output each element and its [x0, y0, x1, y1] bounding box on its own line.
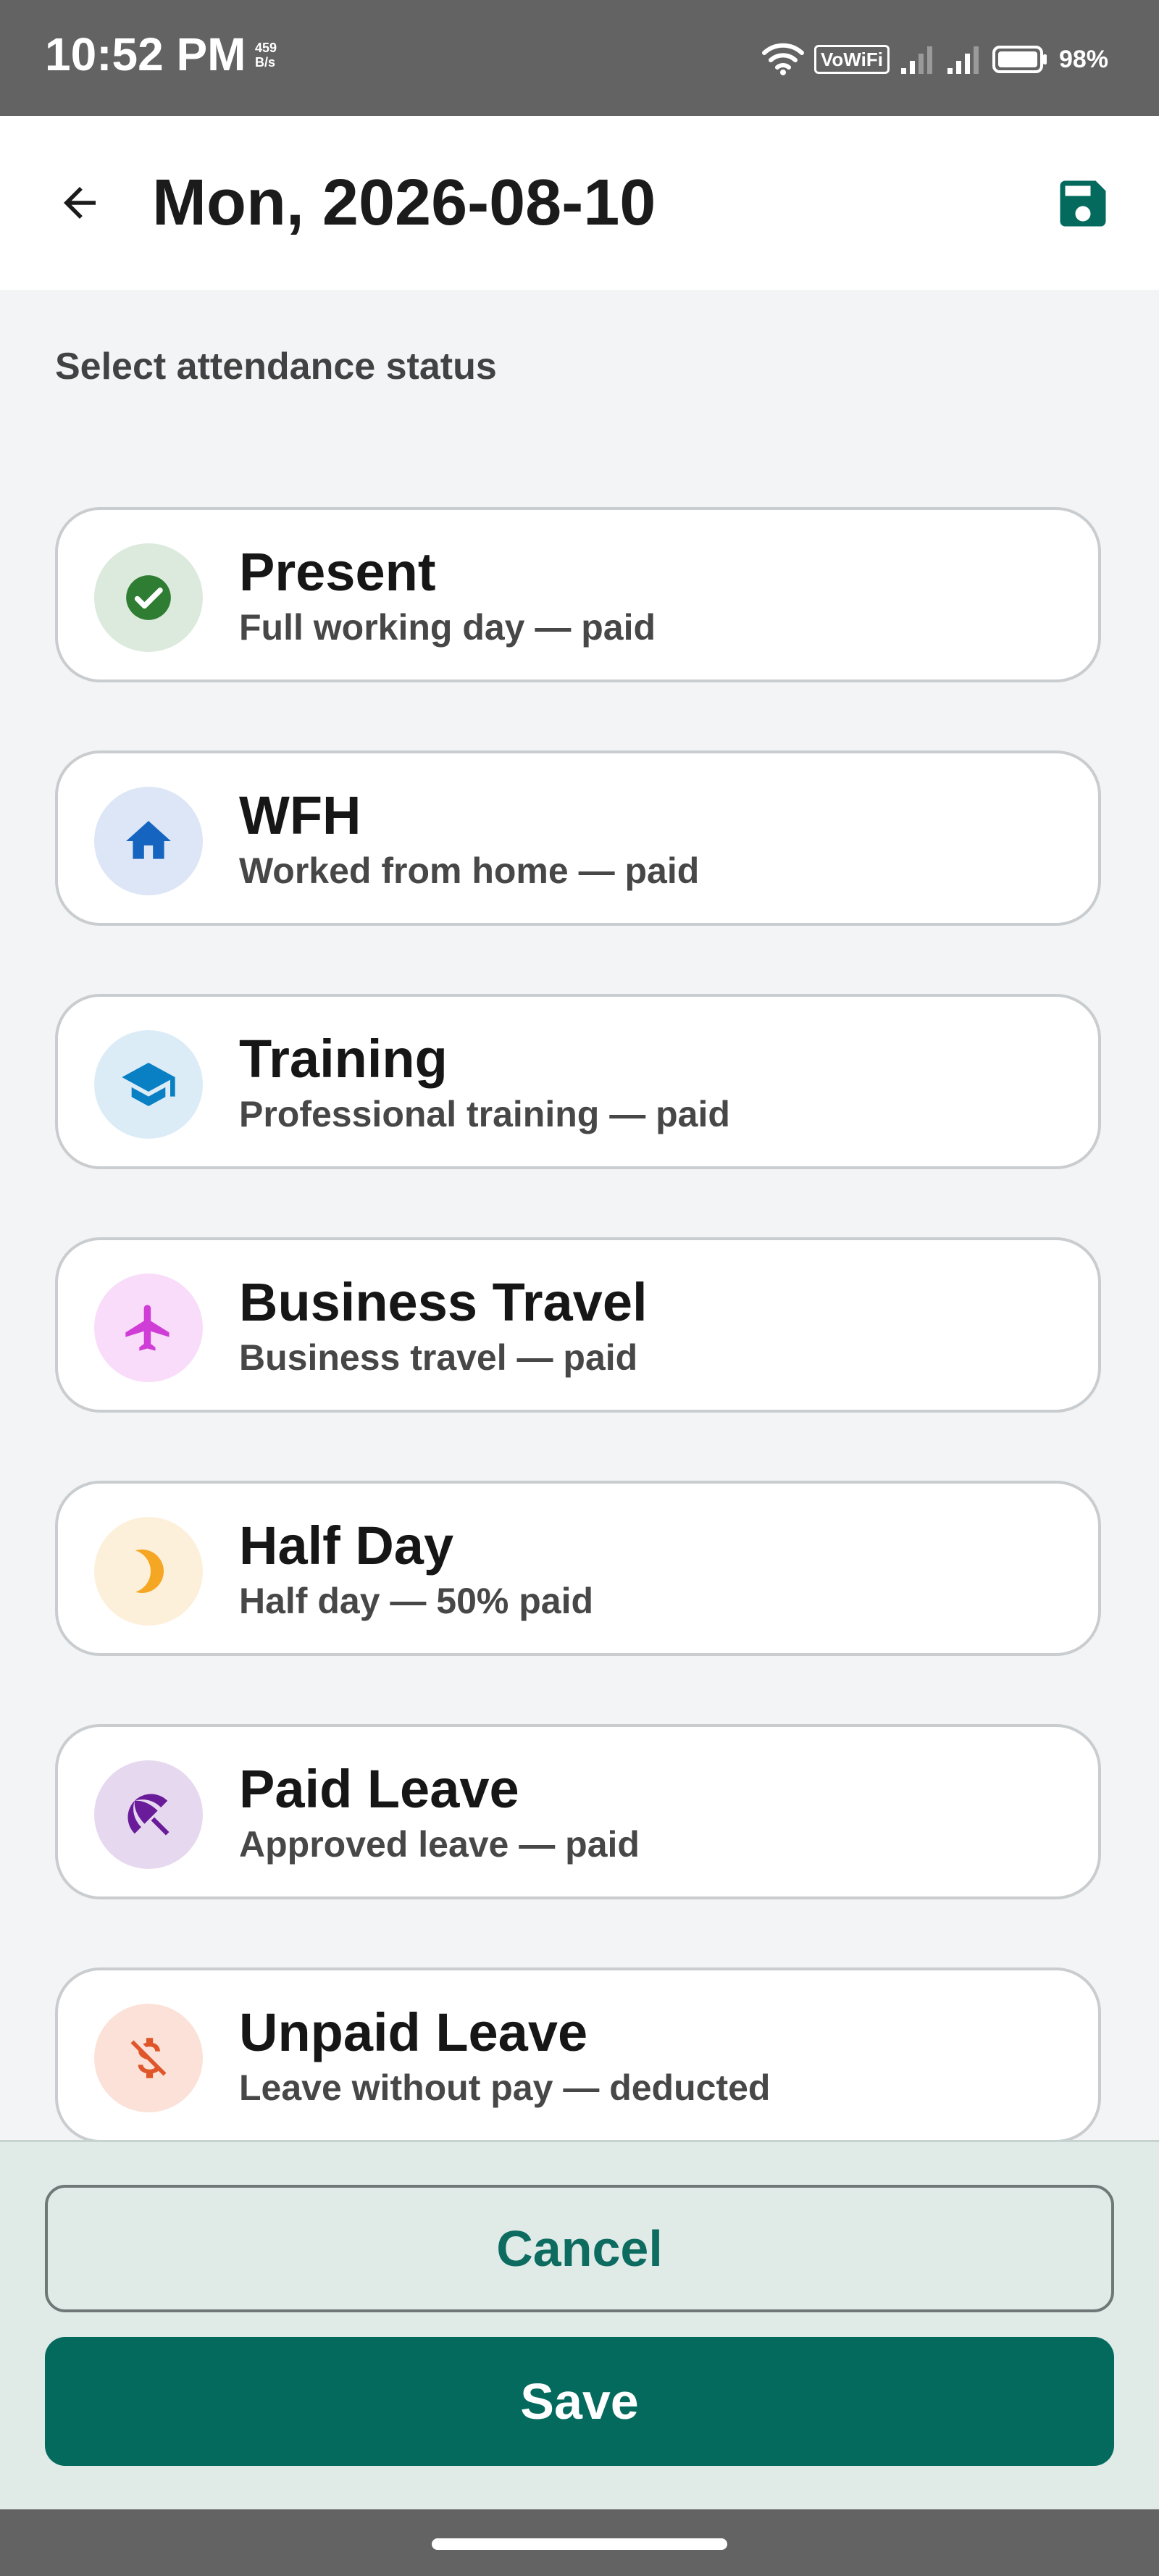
- option-subtitle: Business travel — paid: [239, 1337, 638, 1378]
- network-speed: 459 B/s: [255, 41, 277, 70]
- status-icon-badge: [94, 787, 203, 895]
- status-option-unpaid-leave[interactable]: Unpaid Leave Leave without pay — deducte…: [55, 1967, 1101, 2143]
- cancel-button[interactable]: Cancel: [45, 2185, 1114, 2312]
- option-title: Business Travel: [239, 1272, 648, 1332]
- home-icon: [126, 821, 171, 859]
- back-button[interactable]: [43, 159, 116, 246]
- status-option-paid-leave[interactable]: Paid Leave Approved leave — paid: [55, 1724, 1101, 1899]
- status-option-wfh[interactable]: WFH Worked from home — paid: [55, 750, 1101, 926]
- option-title: Unpaid Leave: [239, 2002, 588, 2062]
- floppy-disk-icon: [1060, 180, 1106, 227]
- status-bar: 10:52 PM 459 B/s VoWiFi 98%: [0, 0, 1159, 116]
- status-icons: VoWiFi 98%: [762, 38, 1108, 81]
- option-subtitle: Leave without pay — deducted: [239, 2067, 771, 2108]
- status-icon-badge: [94, 2004, 203, 2112]
- check-circle-icon: [126, 575, 171, 620]
- option-subtitle: Full working day — paid: [239, 607, 656, 648]
- option-title: WFH: [239, 785, 361, 845]
- option-title: Half Day: [239, 1515, 454, 1576]
- battery-percent: 98%: [1058, 45, 1108, 73]
- option-title: Present: [239, 542, 436, 602]
- option-title: Paid Leave: [239, 1759, 519, 1819]
- save-icon-button[interactable]: [1043, 164, 1123, 243]
- arrow-left-icon: [64, 187, 96, 219]
- option-subtitle: Approved leave — paid: [239, 1824, 640, 1865]
- option-title: Training: [239, 1029, 448, 1089]
- status-icon-badge: [94, 1030, 203, 1139]
- battery-icon: [992, 46, 1047, 73]
- status-option-business-travel[interactable]: Business Travel Business travel — paid: [55, 1237, 1101, 1413]
- money-off-icon: [130, 2038, 167, 2078]
- wifi-icon: [762, 43, 804, 75]
- beach-umbrella-icon: [127, 1794, 170, 1836]
- option-subtitle: Half day — 50% paid: [239, 1581, 594, 1621]
- home-gesture-handle[interactable]: [432, 2538, 727, 2550]
- section-subtitle: Select attendance status: [55, 346, 497, 388]
- status-icon-badge: [94, 543, 203, 652]
- network-speed-value: 459: [255, 41, 277, 55]
- status-icon-badge: [94, 1517, 203, 1626]
- option-subtitle: Professional training — paid: [239, 1094, 730, 1134]
- signal-icon: [900, 46, 932, 74]
- status-option-half-day[interactable]: Half Day Half day — 50% paid: [55, 1481, 1101, 1656]
- status-time: 10:52 PM: [45, 28, 246, 80]
- vowifi-badge: VoWiFi: [814, 45, 890, 74]
- status-option-training[interactable]: Training Professional training — paid: [55, 994, 1101, 1169]
- half-moon-icon: [135, 1550, 164, 1593]
- signal-icon: [947, 46, 979, 74]
- graduation-cap-icon: [122, 1063, 175, 1106]
- option-subtitle: Worked from home — paid: [239, 850, 700, 891]
- airplane-icon: [125, 1305, 170, 1351]
- status-icon-badge: [94, 1760, 203, 1869]
- status-option-present[interactable]: Present Full working day — paid: [55, 507, 1101, 682]
- page-title: Mon, 2026-08-10: [152, 167, 656, 239]
- network-speed-unit: B/s: [255, 55, 276, 70]
- status-icon-badge: [94, 1274, 203, 1382]
- save-button[interactable]: Save: [45, 2337, 1114, 2466]
